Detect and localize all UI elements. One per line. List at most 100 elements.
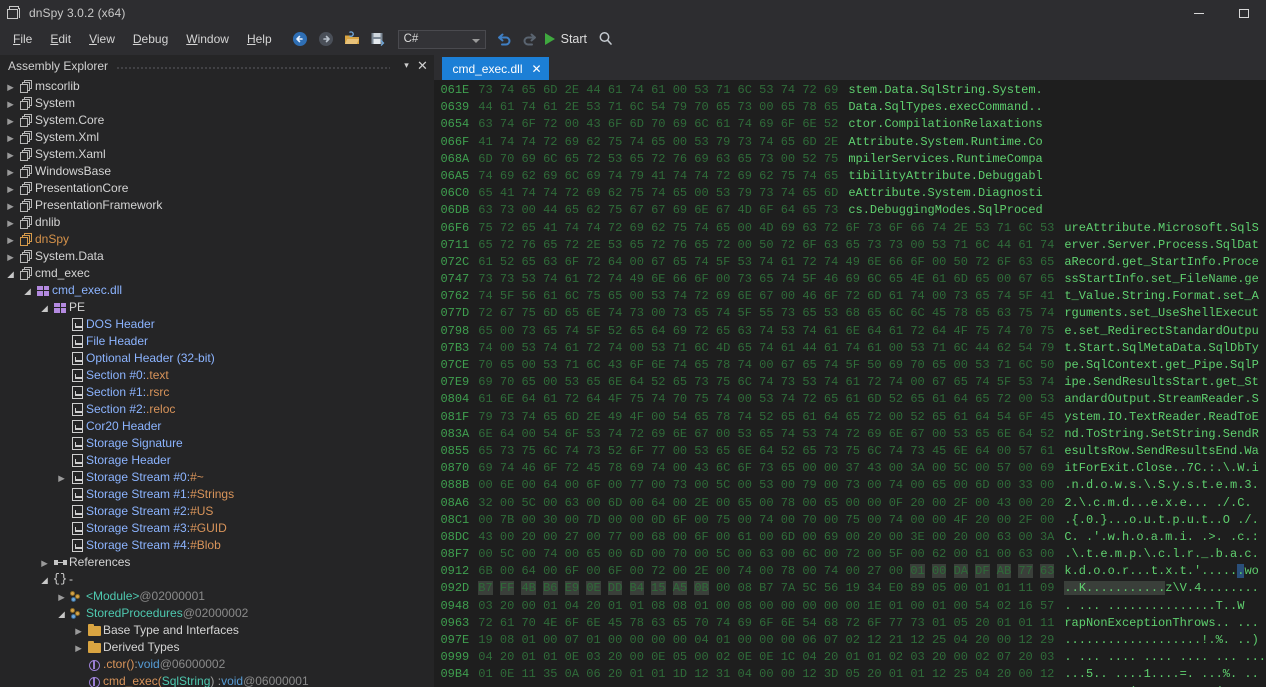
start-button[interactable]: Start [543,28,593,50]
hex-bytes[interactable]: 69 74 46 6F 72 45 78 69 74 00 43 6C 6F 7… [478,460,1054,477]
hex-ascii[interactable]: ystem.IO.TextReader.ReadToE [1064,409,1258,426]
back-arrow-icon[interactable] [288,28,312,50]
hex-bytes[interactable]: 73 74 65 6D 2E 44 61 74 61 00 53 71 6C 5… [478,82,838,99]
hex-ascii[interactable]: pe.SqlContext.get_Pipe.SqlP [1064,357,1258,374]
tree-item[interactable]: ▶ System.Xaml [0,146,434,163]
hex-bytes[interactable]: 44 61 74 61 2E 53 71 6C 54 79 70 65 73 0… [478,99,838,116]
hex-row[interactable]: 0912 6B 00 64 00 6F 00 6F 00 72 00 2E 00 … [434,563,1266,580]
hex-row[interactable]: 08A6 32 00 5C 00 63 00 6D 00 64 00 2E 00 … [434,495,1266,512]
hex-row[interactable]: 066F 41 74 74 72 69 62 75 74 65 00 53 79 … [434,134,1266,151]
hex-bytes[interactable]: 6E 64 00 54 6F 53 74 72 69 6E 67 00 53 6… [478,426,1054,443]
hex-bytes[interactable]: 79 73 74 65 6D 2E 49 4F 00 54 65 78 74 5… [478,409,1054,426]
tree-item[interactable]: Cor20 Header [0,418,434,435]
tree-item[interactable]: ▶ System.Xml [0,129,434,146]
hex-row[interactable]: 0870 69 74 46 6F 72 45 78 69 74 00 43 6C … [434,460,1266,477]
hex-bytes[interactable]: 00 7B 00 30 00 7D 00 00 0D 6F 00 75 00 7… [478,512,1054,529]
hex-row[interactable]: 08DC 43 00 20 00 27 00 77 00 68 00 6F 00 … [434,529,1266,546]
hex-bytes[interactable]: 72 61 70 4E 6F 6E 45 78 63 65 70 74 69 6… [478,615,1054,632]
hex-ascii[interactable]: . ... .... .... .... ... ... [1064,649,1266,666]
hex-ascii[interactable]: . ... ...............T..W [1064,598,1244,615]
menu-debug[interactable]: Debug [124,28,177,50]
tree-item[interactable]: .ctor() : void @06000002 [0,656,434,673]
hex-row[interactable]: 0963 72 61 70 4E 6F 6E 45 78 63 65 70 74 … [434,615,1266,632]
tree-item[interactable]: ◢ PE [0,299,434,316]
language-combo[interactable]: C# [397,29,486,49]
menu-edit[interactable]: Edit [41,28,80,50]
hex-row[interactable]: 06C0 65 41 74 74 72 69 62 75 74 65 00 53 … [434,185,1266,202]
hex-bytes[interactable]: 63 73 00 44 65 62 75 67 67 69 6E 67 4D 6… [478,202,838,219]
hex-ascii[interactable]: e.set_RedirectStandardOutpu [1064,323,1258,340]
hex-editor[interactable]: 061E 73 74 65 6D 2E 44 61 74 61 00 53 71 … [434,80,1266,687]
search-icon[interactable] [594,28,618,50]
hex-ascii[interactable]: erver.Server.Process.SqlDat [1064,237,1258,254]
hex-ascii[interactable]: C. .'.w.h.o.a.m.i. .>. .c.: [1064,529,1258,546]
hex-bytes[interactable]: 69 70 65 00 53 65 6E 64 52 65 73 75 6C 7… [478,374,1054,391]
hex-ascii[interactable]: ureAttribute.Microsoft.SqlS [1064,220,1258,237]
hex-ascii[interactable]: Data.SqlTypes.execCommand.. [848,99,1042,116]
expand-arrow-icon[interactable]: ▶ [4,163,17,181]
hex-row[interactable]: 097E 19 08 01 00 07 01 00 00 00 00 04 01 … [434,632,1266,649]
hex-row[interactable]: 0798 65 00 73 65 74 5F 52 65 64 69 72 65 … [434,323,1266,340]
hex-row[interactable]: 0711 65 72 76 65 72 2E 53 65 72 76 65 72 … [434,237,1266,254]
expand-arrow-icon[interactable]: ▶ [4,231,17,249]
hex-row[interactable]: 09CF 41 05 20 02 01 08 0E 00 00 00 28 00 … [434,684,1266,687]
assembly-tree[interactable]: ▶ mscorlib ▶ System ▶ System.Core ▶ System.Xml ▶… [0,76,434,687]
hex-ascii[interactable]: A. ......(...........(... [1064,684,1251,687]
hex-ascii[interactable]: nd.ToString.SetString.SendR [1064,426,1258,443]
hex-row[interactable]: 08F7 00 5C 00 74 00 65 00 6D 00 70 00 5C … [434,546,1266,563]
hex-ascii[interactable]: ctor.CompilationRelaxations [848,116,1042,133]
tree-item[interactable]: Section #2: .reloc [0,401,434,418]
hex-bytes[interactable]: 65 73 75 6C 74 73 52 6F 77 00 53 65 6E 6… [478,443,1054,460]
hex-bytes[interactable]: 04 20 01 01 0E 03 20 00 0E 05 00 02 0E 0… [478,649,1054,666]
hex-ascii[interactable]: t_Value.String.Format.set_A [1064,288,1258,305]
hex-bytes[interactable]: 00 6E 00 64 00 6F 00 77 00 73 00 5C 00 5… [478,477,1054,494]
close-icon[interactable]: ✕ [531,63,541,75]
tree-item[interactable]: Section #1: .rsrc [0,384,434,401]
tree-item[interactable]: Section #0: .text [0,367,434,384]
collapse-arrow-icon[interactable]: ◢ [21,282,34,300]
tree-item[interactable]: ▶ System [0,95,434,112]
tree-item[interactable]: ▶ Derived Types [0,639,434,656]
minimize-button[interactable] [1176,0,1221,26]
tree-item[interactable]: Storage Stream #1: #Strings [0,486,434,503]
expand-arrow-icon[interactable]: ▶ [4,78,17,96]
hex-bytes[interactable]: B7 FF 4B B6 E9 0E DD B4 15 A5 0B 00 08 B… [478,580,1054,597]
tree-item[interactable]: ▶ WindowsBase [0,163,434,180]
redo-icon[interactable] [518,28,542,50]
hex-bytes[interactable]: 32 00 5C 00 63 00 6D 00 64 00 2E 00 65 0… [478,495,1054,512]
tree-item[interactable]: Storage Stream #4: #Blob [0,537,434,554]
menu-help[interactable]: Help [238,28,281,50]
hex-bytes[interactable]: 43 00 20 00 27 00 77 00 68 00 6F 00 61 0… [478,529,1054,546]
tree-item[interactable]: ▶ dnlib [0,214,434,231]
chevron-down-icon[interactable]: ▾ [398,55,414,76]
collapse-arrow-icon[interactable]: ◢ [4,265,17,283]
hex-bytes[interactable]: 70 65 00 53 71 6C 43 6F 6E 74 65 78 74 0… [478,357,1054,374]
hex-ascii[interactable]: aRecord.get_StartInfo.Proce [1064,254,1258,271]
tree-item[interactable]: Storage Signature [0,435,434,452]
collapse-arrow-icon[interactable]: ◢ [38,299,51,317]
hex-ascii[interactable]: ssStartInfo.set_FileName.ge [1064,271,1258,288]
undo-icon[interactable] [492,28,516,50]
hex-row[interactable]: 07E9 69 70 65 00 53 65 6E 64 52 65 73 75 … [434,374,1266,391]
hex-row[interactable]: 0948 03 20 00 01 04 20 01 01 08 08 01 00 … [434,598,1266,615]
hex-ascii[interactable]: ...5.. ....1....=. ...%. .. [1064,666,1258,683]
tree-item[interactable]: ▶ <Module> @02000001 [0,588,434,605]
hex-bytes[interactable]: 6D 70 69 6C 65 72 53 65 72 76 69 63 65 7… [478,151,838,168]
expand-arrow-icon[interactable]: ▶ [55,469,68,487]
hex-bytes[interactable]: 41 05 20 02 01 08 0E 00 00 00 28 00 00 0… [478,684,1054,687]
hex-ascii[interactable]: ...................!.%. ..) [1064,632,1258,649]
hex-row[interactable]: 0855 65 73 75 6C 74 73 52 6F 77 00 53 65 … [434,443,1266,460]
forward-arrow-icon[interactable] [314,28,338,50]
tree-item[interactable]: ▶ System.Core [0,112,434,129]
hex-ascii[interactable]: andardOutput.StreamReader.S [1064,391,1258,408]
hex-bytes[interactable]: 63 74 6F 72 00 43 6F 6D 70 69 6C 61 74 6… [478,116,838,133]
expand-arrow-icon[interactable]: ▶ [4,180,17,198]
hex-row[interactable]: 06DB 63 73 00 44 65 62 75 67 67 69 6E 67 … [434,202,1266,219]
hex-row[interactable]: 08C1 00 7B 00 30 00 7D 00 00 0D 6F 00 75 … [434,512,1266,529]
hex-ascii[interactable]: tibilityAttribute.Debuggabl [848,168,1042,185]
hex-ascii[interactable]: ipe.SendResultsStart.get_St [1064,374,1258,391]
tree-item[interactable]: ▶ System.Data [0,248,434,265]
tree-item[interactable]: ▶ PresentationFramework [0,197,434,214]
hex-ascii[interactable]: cs.DebuggingModes.SqlProced [848,202,1042,219]
expand-arrow-icon[interactable]: ▶ [4,197,17,215]
